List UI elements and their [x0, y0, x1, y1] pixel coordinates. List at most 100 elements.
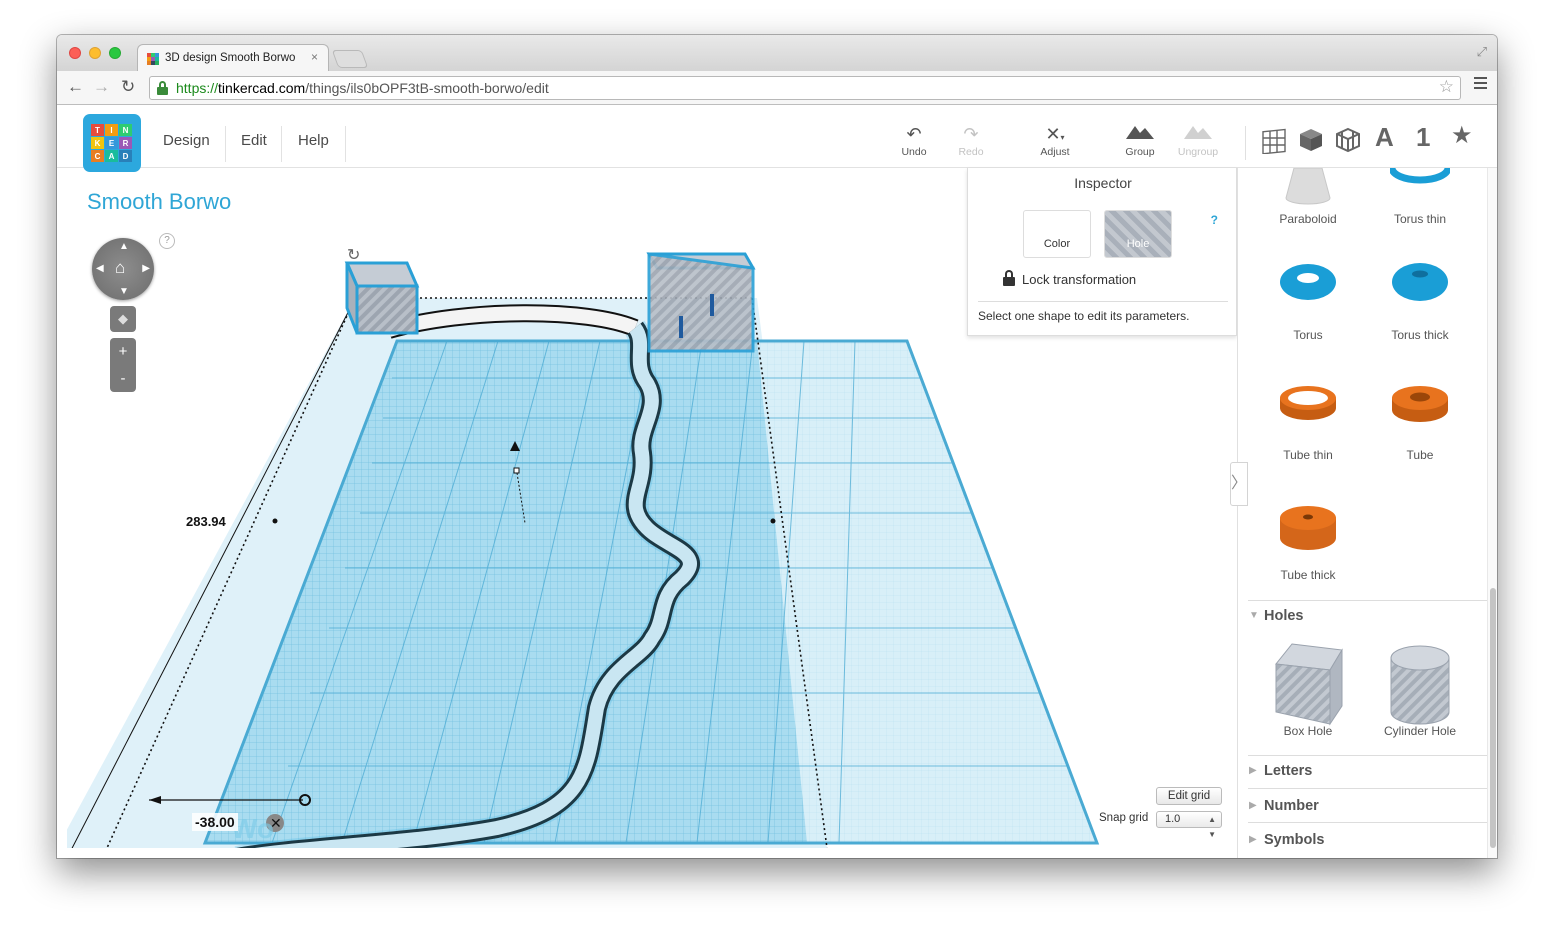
menu-help[interactable]: Help	[298, 132, 329, 149]
inspector-panel: Inspector Color Hole ? Lock transformati…	[967, 168, 1237, 336]
shape-torus[interactable]: Torus	[1258, 260, 1358, 342]
menu-edit[interactable]: Edit	[241, 132, 267, 149]
ungroup-icon	[1170, 124, 1226, 146]
bookmark-star-icon[interactable]: ☆	[1439, 77, 1454, 97]
tab-close-icon[interactable]: ×	[311, 50, 318, 64]
orbit-right-icon[interactable]: ▶	[142, 263, 150, 274]
lock-transformation-toggle[interactable]: Lock transformation	[1003, 270, 1137, 287]
select-arrows-icon: ▲ ▼	[1208, 815, 1216, 839]
category-divider	[1248, 788, 1497, 789]
tab-title: 3D design Smooth Borwo	[165, 52, 296, 64]
fit-view-cube-icon[interactable]: ◆	[110, 306, 136, 332]
view-divider	[1245, 126, 1246, 160]
snap-grid-select[interactable]: 1.0 ▲ ▼	[1156, 811, 1222, 839]
category-holes[interactable]: ▼ Holes	[1248, 608, 1497, 624]
undo-label: Undo	[901, 146, 927, 158]
logo-letter: A	[105, 150, 118, 162]
shapes-sidebar: Paraboloid Torus thin Torus Torus thick …	[1237, 168, 1497, 858]
inspector-title: Inspector	[1074, 175, 1132, 191]
length-dimension-value[interactable]: 283.94	[186, 514, 226, 529]
shape-paraboloid[interactable]: Paraboloid	[1258, 168, 1358, 226]
category-label: Letters	[1264, 763, 1313, 779]
address-bar[interactable]: https://tinkercad.com/things/ils0bOPF3tB…	[149, 76, 1461, 100]
category-divider	[1248, 600, 1497, 601]
svg-text:↻: ↻	[347, 245, 360, 264]
browser-menu-icon[interactable]	[1474, 77, 1487, 92]
forward-arrow-icon[interactable]: →	[93, 77, 110, 97]
app-header: TINKERCAD Design Edit Help ↶ Undo ↷ Redo…	[57, 106, 1497, 172]
edit-grid-button[interactable]: Edit grid	[1156, 787, 1222, 805]
inspector-help-icon[interactable]: ?	[1211, 213, 1218, 227]
undo-icon: ↶	[906, 124, 922, 144]
tinkercad-logo[interactable]: TIN KER CAD	[83, 114, 141, 172]
category-letters[interactable]: ▶ Letters	[1248, 763, 1497, 779]
logo-letter: T	[91, 124, 104, 136]
sidebar-scrollbar[interactable]	[1487, 168, 1497, 858]
maximize-window-button[interactable]	[109, 47, 121, 59]
shape-tube[interactable]: Tube	[1370, 384, 1470, 462]
shape-torus-thin[interactable]: Torus thin	[1370, 168, 1470, 226]
favorites-star-icon[interactable]: ★	[1451, 121, 1473, 150]
hole-button[interactable]: Hole	[1104, 210, 1172, 258]
collapsed-triangle-icon: ▶	[1249, 800, 1257, 811]
redo-button[interactable]: ↷ Redo	[943, 124, 999, 158]
orbit-up-icon[interactable]: ▲	[119, 241, 129, 252]
shape-label: Tube	[1406, 448, 1434, 462]
category-number[interactable]: ▶ Number	[1248, 798, 1497, 814]
menu-design[interactable]: Design	[163, 132, 210, 149]
minimize-window-button[interactable]	[89, 47, 101, 59]
browser-tab[interactable]: 3D design Smooth Borwo ×	[137, 44, 329, 71]
design-title[interactable]: Smooth Borwo	[87, 189, 231, 215]
view-nav-pad[interactable]: ▲ ▼ ◀ ▶ ⌂	[92, 238, 154, 300]
new-tab-button[interactable]	[331, 50, 369, 68]
offset-dimension-value[interactable]: -38.00	[192, 813, 238, 831]
ungroup-button[interactable]: Ungroup	[1170, 124, 1226, 158]
adjust-button[interactable]: ✕▾ Adjust	[1027, 124, 1083, 158]
home-view-icon[interactable]: ⌂	[115, 258, 125, 278]
menu-divider	[345, 126, 346, 162]
orbit-left-icon[interactable]: ◀	[96, 263, 104, 274]
collapsed-triangle-icon: ▶	[1249, 765, 1257, 776]
browser-toolbar: ← → ↻ https://tinkercad.com/things/ils0b…	[57, 71, 1497, 105]
scrollbar-thumb[interactable]	[1490, 588, 1496, 848]
reload-icon[interactable]: ↻	[121, 77, 135, 97]
shape-box-hole[interactable]: Box Hole	[1258, 640, 1358, 738]
orbit-down-icon[interactable]: ▼	[119, 286, 129, 297]
nav-help-icon[interactable]: ?	[159, 233, 175, 249]
logo-letter: E	[105, 137, 118, 149]
tab-strip: 3D design Smooth Borwo × ⤢	[57, 35, 1497, 71]
category-label: Number	[1264, 798, 1319, 814]
category-divider	[1248, 755, 1497, 756]
shape-torus-thick[interactable]: Torus thick	[1370, 260, 1470, 342]
group-button[interactable]: Group	[1112, 124, 1168, 158]
logo-letter: C	[91, 150, 104, 162]
lock-transformation-label: Lock transformation	[1022, 272, 1137, 287]
zoom-control[interactable]: + -	[110, 338, 136, 392]
shape-tube-thin[interactable]: Tube thin	[1258, 384, 1358, 462]
collapse-sidebar-chevron-icon[interactable]: 〉	[1230, 462, 1248, 506]
back-arrow-icon[interactable]: ←	[67, 77, 84, 97]
shape-cylinder-hole[interactable]: Cylinder Hole	[1370, 640, 1470, 738]
browser-window: 3D design Smooth Borwo × ⤢ ← → ↻ https:/…	[57, 35, 1497, 858]
box-hole-large	[646, 252, 756, 353]
close-window-button[interactable]	[69, 47, 81, 59]
snap-grid-label: Snap grid	[1099, 812, 1149, 824]
text-icon[interactable]: A	[1375, 122, 1394, 153]
shape-label: Cylinder Hole	[1383, 724, 1457, 738]
grid-view-icon[interactable]	[1261, 128, 1287, 161]
category-symbols[interactable]: ▶ Symbols	[1248, 832, 1497, 848]
snap-grid-value: 1.0	[1165, 813, 1181, 825]
undo-button[interactable]: ↶ Undo	[886, 124, 942, 158]
group-icon	[1112, 124, 1168, 146]
color-button[interactable]: Color	[1023, 210, 1091, 258]
inspector-message: Select one shape to edit its parameters.	[978, 309, 1190, 323]
number-icon[interactable]: 1	[1416, 122, 1430, 153]
zoom-out-button[interactable]: -	[110, 365, 136, 392]
logo-letter: D	[119, 150, 132, 162]
fullscreen-icon[interactable]: ⤢	[1477, 44, 1487, 60]
menu-divider	[281, 126, 282, 162]
wireframe-view-icon[interactable]	[1335, 127, 1361, 160]
zoom-in-button[interactable]: +	[110, 338, 136, 365]
cube-view-icon[interactable]	[1298, 127, 1324, 160]
shape-tube-thick[interactable]: Tube thick	[1258, 504, 1358, 582]
